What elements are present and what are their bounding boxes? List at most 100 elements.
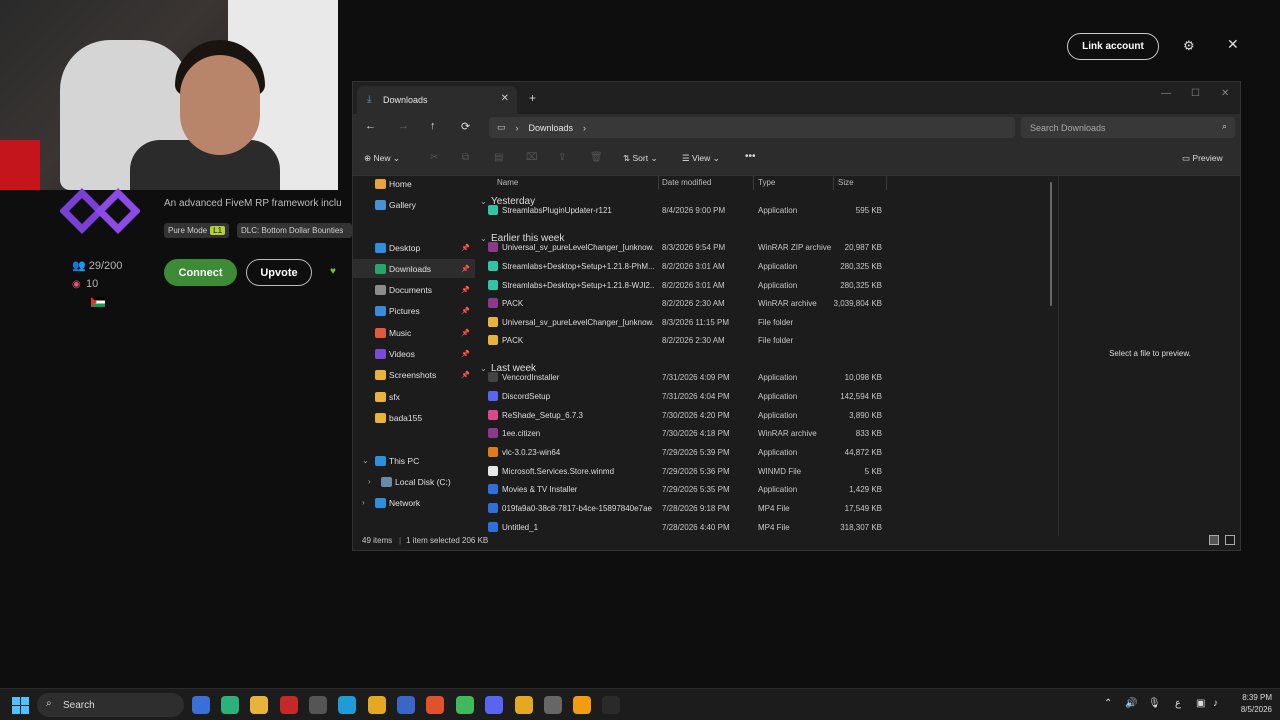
chevron-up-icon[interactable]: ⌃	[1104, 698, 1112, 709]
file-row[interactable]: PACK 8/2/2026 2:30 AM File folder	[476, 332, 886, 350]
delete-icon[interactable]: 🗑	[590, 152, 603, 163]
file-row[interactable]: Streamlabs+Desktop+Setup+1.21.8-PhM... 8/…	[476, 258, 886, 276]
paste-icon[interactable]: ▤	[494, 152, 503, 163]
copy-icon[interactable]: ⧉	[462, 152, 469, 163]
cut-icon[interactable]: ✂	[430, 152, 438, 163]
sidebar-item-videos[interactable]: Videos 📌	[353, 344, 475, 363]
sidebar-item-gallery[interactable]: Gallery	[353, 195, 475, 214]
windows-start-icon[interactable]	[12, 697, 29, 714]
connect-button[interactable]: Connect	[164, 259, 237, 286]
volume-icon[interactable]: ♪	[1213, 698, 1218, 709]
chrome-icon[interactable]	[368, 696, 386, 714]
chrome-icon[interactable]	[515, 696, 533, 714]
chevron-down-icon[interactable]: ⌄	[362, 456, 369, 465]
close-window-icon[interactable]: ✕	[1221, 88, 1229, 99]
up-icon[interactable]: ↑	[430, 120, 436, 132]
more-options-icon[interactable]: •••	[745, 151, 756, 162]
file-row[interactable]: Universal_sv_pureLevelChanger_[unknow...…	[476, 314, 886, 332]
copilot-icon[interactable]	[221, 696, 239, 714]
file-size: 833 KB	[855, 429, 882, 438]
rename-icon[interactable]: ⌧	[526, 152, 538, 163]
vscode-icon[interactable]	[397, 696, 415, 714]
edge-icon[interactable]	[338, 696, 356, 714]
store-icon[interactable]	[309, 696, 327, 714]
brave-icon[interactable]	[426, 696, 444, 714]
back-icon[interactable]: ←	[365, 120, 376, 132]
language-indicator[interactable]: ع	[1175, 698, 1181, 709]
snipping-tool-icon[interactable]	[192, 696, 210, 714]
taskbar-search[interactable]: ⌕ Search	[37, 693, 184, 717]
nvim-icon[interactable]	[602, 696, 620, 714]
sidebar-item-downloads[interactable]: Downloads 📌	[353, 259, 475, 278]
file-size: 595 KB	[855, 206, 882, 215]
minimize-icon[interactable]: —	[1161, 88, 1171, 99]
maximize-icon[interactable]: ☐	[1191, 88, 1200, 99]
heart-icon[interactable]: ♥	[330, 266, 336, 277]
sidebar-item-screenshots[interactable]: Screenshots 📌	[353, 365, 475, 384]
vlc-icon	[488, 447, 498, 457]
file-row[interactable]: Microsoft.Services.Store.winmd 7/29/2026 …	[476, 463, 886, 481]
sidebar-item-bada155[interactable]: bada155	[353, 408, 475, 427]
column-name[interactable]: Name	[497, 178, 518, 187]
file-row[interactable]: 019fa9a0-38c8-7817-b4ce-15897840e7ae 7/28…	[476, 500, 886, 518]
close-icon[interactable]: ✕	[1227, 36, 1239, 53]
scrollbar[interactable]	[1050, 182, 1052, 306]
sidebar-item-home[interactable]: Home	[353, 174, 475, 193]
chevron-right-icon[interactable]: ›	[362, 498, 365, 507]
spotify-like-icon[interactable]	[456, 696, 474, 714]
file-explorer-icon[interactable]	[250, 696, 268, 714]
upvote-button[interactable]: Upvote	[246, 259, 312, 286]
discord-icon[interactable]	[485, 696, 503, 714]
sidebar-item-music[interactable]: Music 📌	[353, 323, 475, 342]
sidebar-item-this-pc[interactable]: ⌄ This PC	[353, 451, 475, 470]
sidebar-item-sfx[interactable]: sfx	[353, 387, 475, 406]
voice-app-icon[interactable]	[280, 696, 298, 714]
search-input[interactable]: Search Downloads ⌕	[1021, 117, 1235, 138]
forward-icon[interactable]: →	[398, 120, 409, 132]
file-row[interactable]: PACK 8/2/2026 2:30 AM WinRAR archive 3,039,…	[476, 295, 886, 313]
details-view-icon[interactable]	[1209, 535, 1219, 545]
column-type[interactable]: Type	[758, 178, 775, 187]
microphone-icon[interactable]: 🎙	[1148, 698, 1161, 709]
preview-button[interactable]: ▭ Preview	[1182, 153, 1223, 164]
column-date[interactable]: Date modified	[662, 178, 711, 187]
file-row[interactable]: VencordInstaller 7/31/2026 4:09 PM Applica…	[476, 369, 886, 387]
chevron-right-icon[interactable]: ›	[583, 123, 586, 133]
chevron-right-icon[interactable]: ›	[368, 477, 371, 486]
close-tab-icon[interactable]: ✕	[501, 93, 509, 104]
link-account-button[interactable]: Link account	[1067, 33, 1159, 60]
steam-icon[interactable]	[544, 696, 562, 714]
view-button[interactable]: ☰ View ⌄	[682, 153, 720, 164]
breadcrumb[interactable]: Downloads	[529, 123, 574, 133]
file-name: PACK	[502, 336, 524, 345]
address-bar[interactable]: ▭ › Downloads ›	[489, 117, 1015, 138]
sidebar-item-pictures[interactable]: Pictures 📌	[353, 301, 475, 320]
new-button[interactable]: ⊕ New ⌄	[364, 153, 400, 164]
file-row[interactable]: StreamlabsPluginUpdater-r121 8/4/2026 9:0…	[476, 202, 886, 220]
tiles-view-icon[interactable]	[1225, 535, 1235, 545]
refresh-icon[interactable]: ⟳	[461, 120, 470, 133]
fivem-icon[interactable]	[573, 696, 591, 714]
file-row[interactable]: vlc-3.0.23-win64 7/29/2026 5:39 PM Applica…	[476, 444, 886, 462]
file-row[interactable]: DiscordSetup 7/31/2026 4:04 PM Application…	[476, 388, 886, 406]
network-icon[interactable]: ▣	[1196, 698, 1205, 709]
pin-icon: 📌	[461, 329, 470, 337]
clock[interactable]: 8:39 PM 8/5/2026	[1232, 692, 1272, 716]
sidebar-item-local-disk-c[interactable]: › Local Disk (C:)	[353, 472, 475, 491]
file-row[interactable]: ReShade_Setup_6.7.3 7/30/2026 4:20 PM Appl…	[476, 407, 886, 425]
tab-downloads[interactable]: ⤓ Downloads ✕	[357, 86, 517, 114]
sort-button[interactable]: ⇅ Sort ⌄	[623, 153, 658, 164]
selection-info: 1 item selected 206 KB	[406, 536, 489, 545]
file-row[interactable]: Streamlabs+Desktop+Setup+1.21.8-WJI2... 8…	[476, 277, 886, 295]
file-row[interactable]: Movies & TV Installer 7/29/2026 5:35 PM Ap…	[476, 481, 886, 499]
share-icon[interactable]: ⇪	[558, 152, 566, 163]
file-row[interactable]: Universal_sv_pureLevelChanger_[unknow...…	[476, 239, 886, 257]
sidebar-item-documents[interactable]: Documents 📌	[353, 280, 475, 299]
gear-icon[interactable]: ⚙	[1183, 38, 1195, 54]
new-tab-icon[interactable]: +	[529, 91, 536, 105]
column-size[interactable]: Size	[838, 178, 854, 187]
sidebar-item-desktop[interactable]: Desktop 📌	[353, 238, 475, 257]
sidebar-item-network[interactable]: › Network	[353, 493, 475, 512]
file-row[interactable]: 1ee.citizen 7/30/2026 4:18 PM WinRAR archi…	[476, 425, 886, 443]
speaker-icon[interactable]: 🔊	[1125, 698, 1137, 709]
